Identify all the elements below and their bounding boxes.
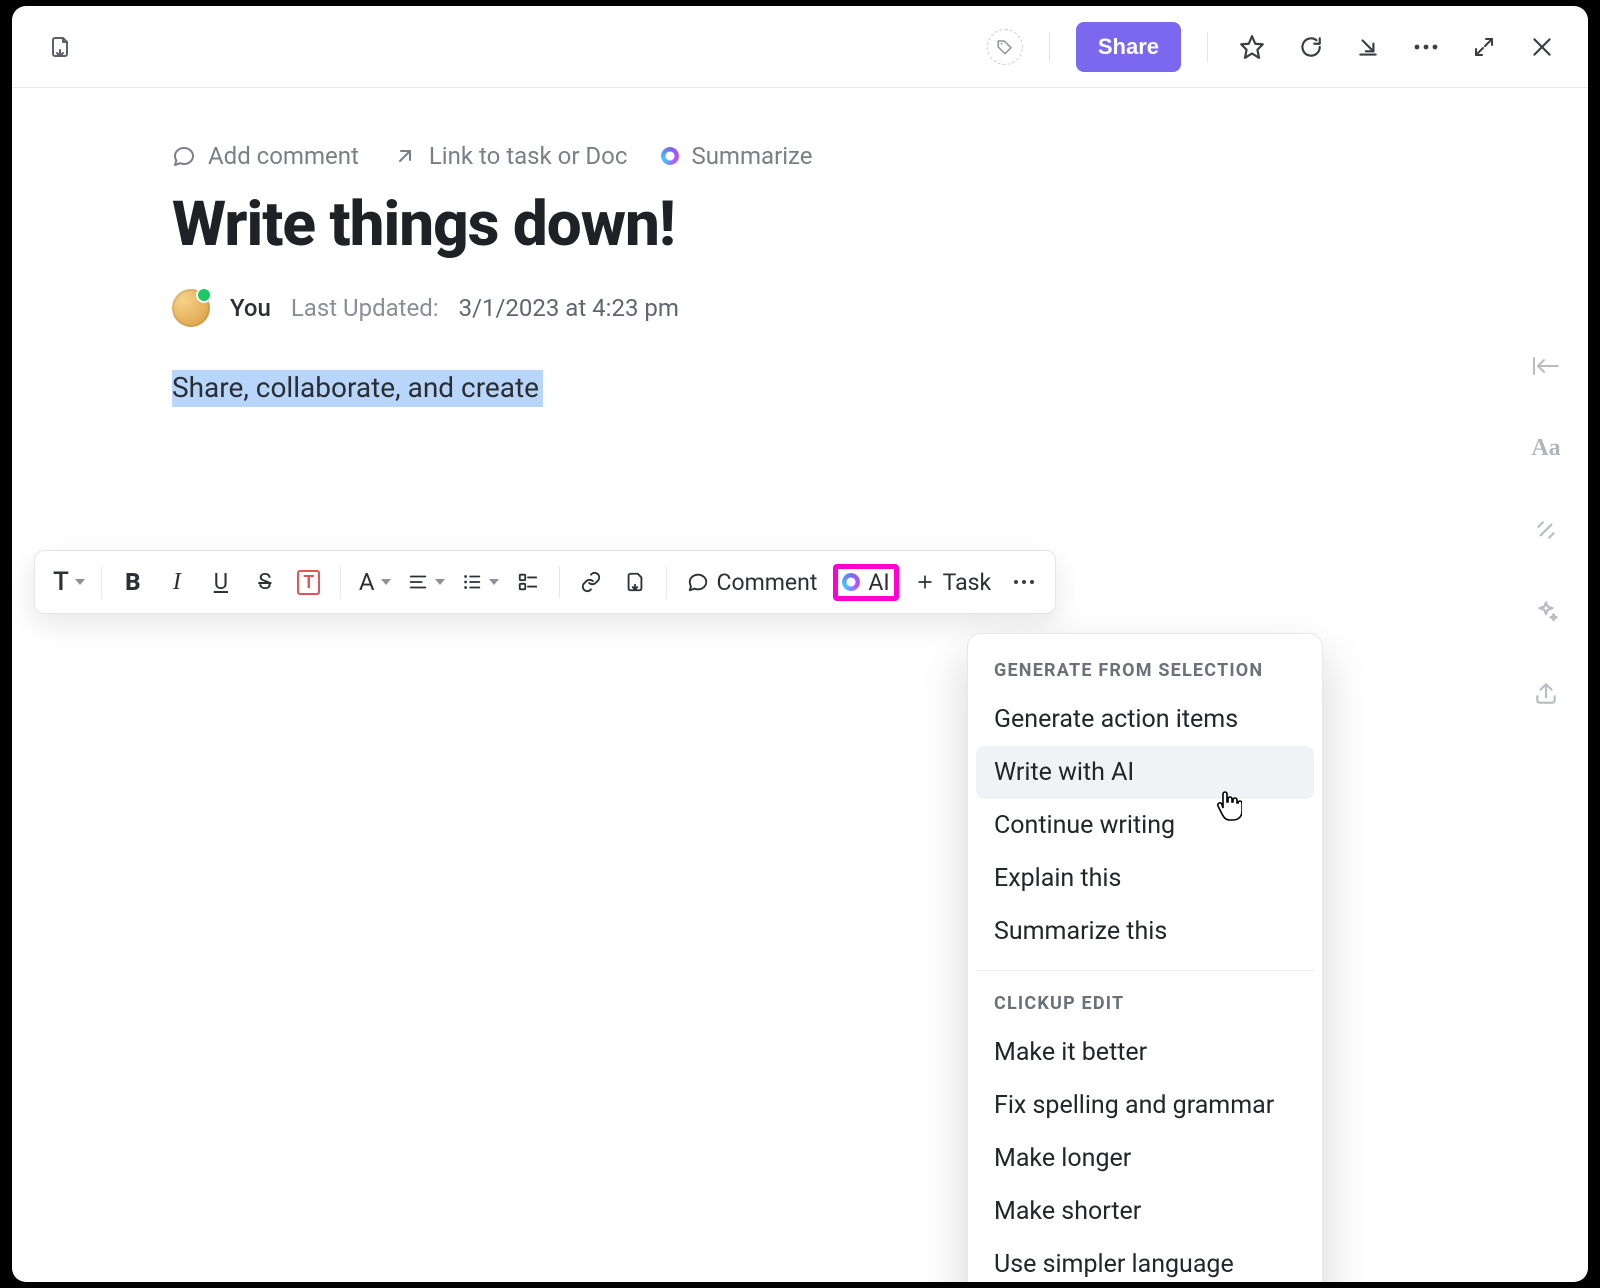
doc-window: Share Add: [12, 6, 1588, 1282]
ai-menu-item[interactable]: Use simpler language: [976, 1238, 1314, 1282]
task-label: Task: [943, 569, 992, 596]
summarize-label: Summarize: [691, 142, 812, 170]
attach-doc-button[interactable]: [618, 562, 652, 602]
ai-menu-item[interactable]: Make it better: [976, 1026, 1314, 1079]
ai-menu-item[interactable]: Fix spelling and grammar: [976, 1079, 1314, 1132]
link-task-doc-label: Link to task or Doc: [429, 142, 628, 170]
ai-label: AI: [868, 569, 889, 596]
rail-collapse-icon[interactable]: [1528, 348, 1564, 384]
text-style-dropdown[interactable]: T: [49, 562, 87, 602]
separator: [101, 566, 102, 598]
more-menu-icon[interactable]: [1408, 29, 1444, 65]
ai-menu-item[interactable]: Make longer: [976, 1132, 1314, 1185]
ai-menu-item[interactable]: Explain this: [976, 852, 1314, 905]
rail-sparkle-icon[interactable]: [1528, 594, 1564, 630]
comment-label: Comment: [717, 569, 818, 596]
doc-title[interactable]: Write things down!: [172, 188, 1588, 261]
separator: [559, 566, 560, 598]
download-icon[interactable]: [1350, 29, 1386, 65]
ai-menu-item[interactable]: Continue writing: [976, 799, 1314, 852]
last-updated-value: 3/1/2023 at 4:23 pm: [459, 294, 679, 322]
selected-text: Share, collaborate, and create: [172, 370, 543, 407]
ai-button[interactable]: AI: [833, 564, 898, 601]
share-button[interactable]: Share: [1076, 22, 1181, 72]
comment-button[interactable]: Comment: [681, 569, 824, 596]
underline-button[interactable]: U: [204, 562, 238, 602]
rail-share-icon[interactable]: [1528, 676, 1564, 712]
doc-meta-actions: Add comment Link to task or Doc Summariz…: [172, 142, 1588, 170]
ai-menu-section-edit: CLICKUP EDIT: [976, 985, 1314, 1026]
doc-byline: You Last Updated: 3/1/2023 at 4:23 pm: [172, 289, 1588, 327]
ai-menu-section-generate: GENERATE FROM SELECTION: [976, 652, 1314, 693]
formatting-toolbar: T B I U S T A: [34, 550, 1056, 614]
ai-icon: [842, 573, 860, 591]
link-button[interactable]: [574, 562, 608, 602]
doc-content: Add comment Link to task or Doc Summariz…: [12, 88, 1588, 1282]
add-comment-action[interactable]: Add comment: [172, 142, 359, 170]
bold-button[interactable]: B: [116, 562, 150, 602]
chat-icon[interactable]: [1292, 29, 1328, 65]
ai-menu-item[interactable]: Generate action items: [976, 693, 1314, 746]
align-dropdown[interactable]: [403, 562, 447, 602]
right-rail: Aa: [1522, 348, 1570, 712]
author-avatar[interactable]: [172, 289, 210, 327]
separator: [1049, 32, 1050, 62]
font-dropdown[interactable]: A: [355, 562, 393, 602]
task-button[interactable]: Task: [909, 569, 998, 596]
menu-divider: [976, 970, 1314, 971]
add-tag-button[interactable]: [987, 29, 1023, 65]
topbar: Share: [12, 6, 1588, 88]
checklist-button[interactable]: [511, 562, 545, 602]
doc-template-icon[interactable]: [42, 29, 78, 65]
add-comment-label: Add comment: [208, 142, 359, 170]
ai-icon: [661, 147, 679, 165]
link-task-doc-action[interactable]: Link to task or Doc: [393, 142, 628, 170]
text-color-button[interactable]: T: [292, 562, 326, 602]
separator: [666, 566, 667, 598]
last-updated-label: Last Updated:: [291, 294, 439, 322]
expand-icon[interactable]: [1466, 29, 1502, 65]
ai-menu-item[interactable]: Make shorter: [976, 1185, 1314, 1238]
strikethrough-button[interactable]: S: [248, 562, 282, 602]
ai-dropdown-menu: GENERATE FROM SELECTION Generate action …: [967, 633, 1323, 1282]
rail-font-icon[interactable]: Aa: [1528, 430, 1564, 466]
bullet-list-dropdown[interactable]: [457, 562, 501, 602]
separator: [1207, 32, 1208, 62]
favorite-star-icon[interactable]: [1234, 29, 1270, 65]
doc-body[interactable]: Share, collaborate, and create: [172, 371, 1588, 404]
rail-link-icon[interactable]: [1528, 512, 1564, 548]
close-icon[interactable]: [1524, 29, 1560, 65]
summarize-action[interactable]: Summarize: [661, 142, 812, 170]
separator: [340, 566, 341, 598]
ai-menu-item[interactable]: Summarize this: [976, 905, 1314, 958]
toolbar-more-icon[interactable]: [1007, 562, 1041, 602]
italic-button[interactable]: I: [160, 562, 194, 602]
ai-menu-item[interactable]: Write with AI: [976, 746, 1314, 799]
author-name: You: [230, 294, 271, 322]
